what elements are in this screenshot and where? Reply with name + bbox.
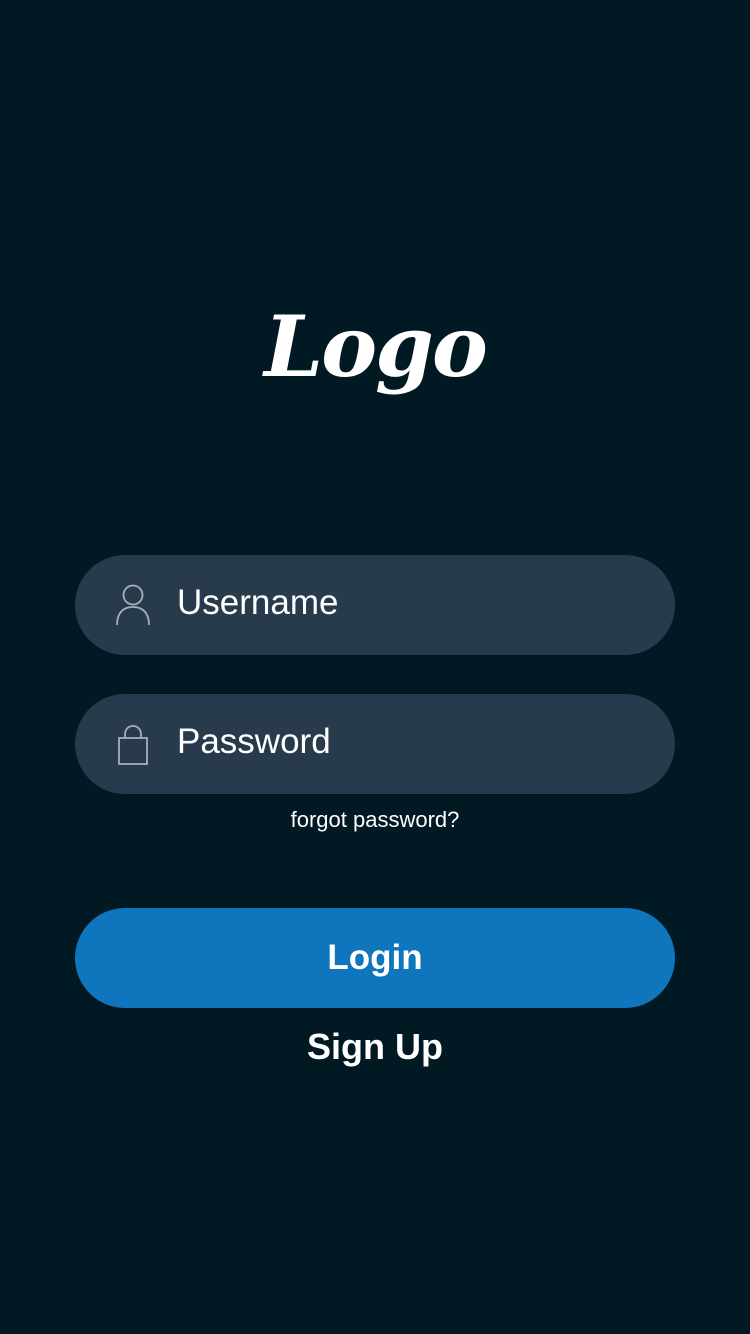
password-placeholder: Password [177, 722, 331, 761]
username-placeholder: Username [177, 583, 339, 622]
password-field[interactable]: Password [75, 694, 675, 794]
login-button[interactable]: Login [75, 908, 675, 1008]
forgot-password-link[interactable]: forgot password? [0, 803, 750, 837]
app-logo: Logo [264, 297, 488, 396]
user-icon [115, 583, 151, 627]
sign-up-link[interactable]: Sign Up [0, 1022, 750, 1072]
username-field[interactable]: Username [75, 555, 675, 655]
lock-icon [115, 722, 151, 766]
